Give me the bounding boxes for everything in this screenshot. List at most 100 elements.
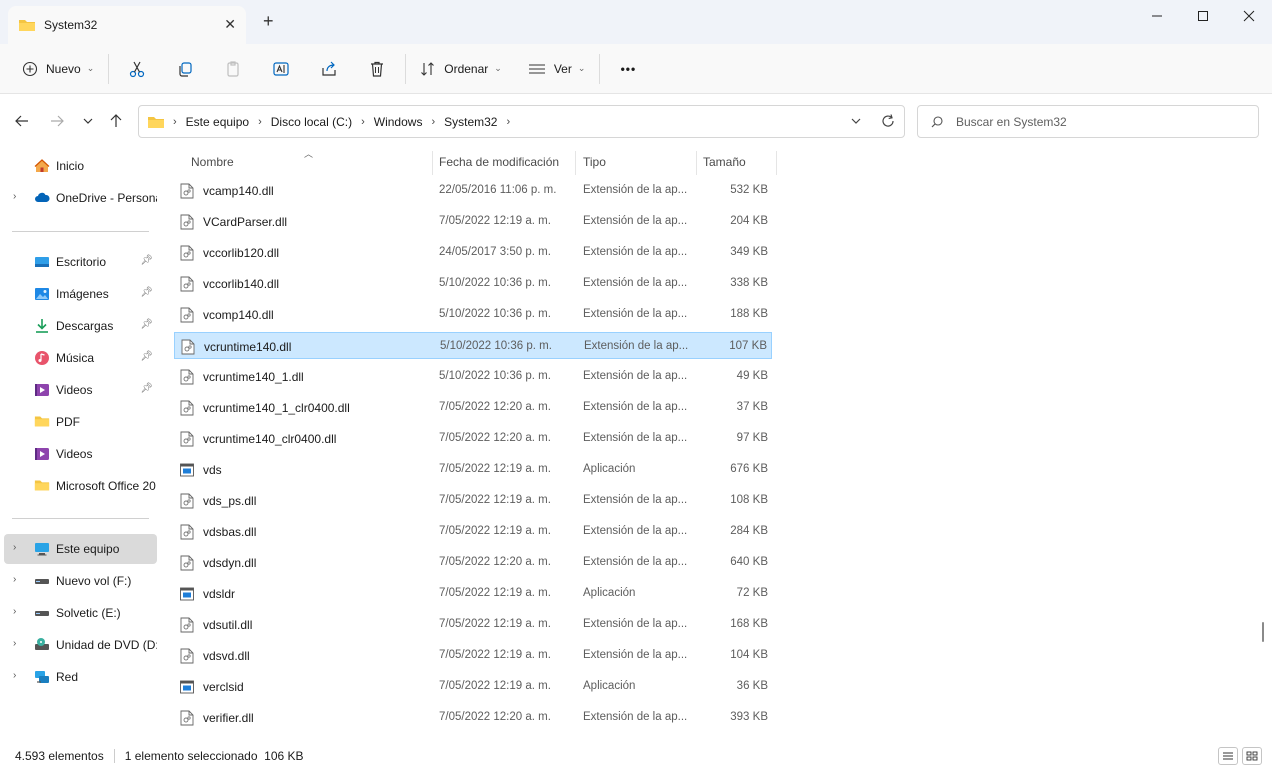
chevron-right-icon[interactable]: › — [13, 670, 16, 681]
toolbar-divider — [108, 53, 110, 84]
view-button[interactable]: Ver ⌄ — [518, 52, 596, 86]
minimize-button[interactable] — [1134, 0, 1180, 32]
chevron-right-icon[interactable]: › — [13, 574, 16, 585]
sidebar-item-label: Descargas — [56, 319, 114, 333]
breadcrumb-windows[interactable]: Windows — [374, 115, 423, 129]
maximize-button[interactable] — [1180, 0, 1226, 32]
sidebar-item-label: Videos — [56, 447, 93, 461]
title-bar: System32 ✕ + — [0, 0, 1272, 44]
table-row[interactable]: vds 7/05/2022 12:19 a. m. Aplicación 676 KB — [174, 456, 772, 483]
column-header-date[interactable]: Fecha de modificación — [439, 155, 559, 169]
breadcrumb-disco-local[interactable]: Disco local (C:) — [271, 115, 352, 129]
sidebar-item-label: Videos — [56, 383, 93, 397]
table-row[interactable]: vcruntime140.dll 5/10/2022 10:36 p. m. Ext… — [174, 332, 772, 359]
sidebar-item-nuevo-vol[interactable]: › Nuevo vol (F:) — [4, 566, 157, 596]
sidebar-item-inicio[interactable]: Inicio — [4, 151, 157, 181]
column-separator[interactable] — [575, 151, 576, 175]
sort-ascending-icon: ︿ — [304, 149, 314, 159]
new-button[interactable]: Nuevo ⌄ — [12, 52, 104, 86]
paste-button[interactable] — [209, 52, 257, 86]
table-row[interactable]: vcruntime140_clr0400.dll 7/05/2022 12:20 … — [174, 425, 772, 452]
sidebar-item-escritorio[interactable]: Escritorio 📌︎ — [4, 247, 157, 277]
sidebar-item-dvd[interactable]: › Unidad de DVD (D:) — [4, 630, 157, 660]
column-header-type[interactable]: Tipo — [583, 155, 606, 169]
copy-button[interactable] — [161, 52, 209, 86]
table-row[interactable]: vdsldr 7/05/2022 12:19 a. m. Aplicación 72 … — [174, 580, 772, 607]
close-window-button[interactable] — [1226, 0, 1272, 32]
table-row[interactable]: vdsutil.dll 7/05/2022 12:19 a. m. Extensió… — [174, 611, 772, 638]
recent-locations-button[interactable] — [76, 109, 100, 133]
sidebar-item-red[interactable]: › Red — [4, 662, 157, 692]
more-options-button[interactable]: ••• — [604, 52, 652, 86]
rename-button[interactable] — [257, 52, 305, 86]
cut-button[interactable] — [113, 52, 161, 86]
pin-icon[interactable]: 📌︎ — [140, 287, 153, 298]
sidebar-item-este-equipo[interactable]: › Este equipo — [4, 534, 157, 564]
sort-button[interactable]: Ordenar ⌄ — [410, 52, 512, 86]
breadcrumb-system32[interactable]: System32 — [444, 115, 497, 129]
sidebar-item-microsoft-office[interactable]: Microsoft Office 20 — [4, 471, 157, 501]
chevron-right-icon[interactable]: › — [13, 606, 16, 617]
address-history-chevron-icon[interactable] — [850, 113, 862, 129]
table-row[interactable]: vcamp140.dll 22/05/2016 11:06 p. m. Extens… — [174, 177, 772, 204]
table-row[interactable]: vcruntime140_1_clr0400.dll 7/05/2022 12:2… — [174, 394, 772, 421]
plus-circle-icon — [22, 61, 38, 76]
file-type: Extensión de la ap... — [583, 184, 688, 196]
details-view-button[interactable] — [1218, 747, 1238, 765]
address-bar[interactable]: › Este equipo › Disco local (C:) › Windo… — [138, 105, 905, 138]
column-separator[interactable] — [432, 151, 433, 175]
sidebar-item-videos-2[interactable]: Videos — [4, 439, 157, 469]
tab-close-icon[interactable]: ✕ — [224, 16, 236, 33]
search-input[interactable]: Buscar en System32 — [956, 115, 1067, 129]
column-separator[interactable] — [696, 151, 697, 175]
add-tab-icon[interactable]: + — [263, 12, 274, 30]
back-button[interactable] — [10, 109, 34, 133]
sidebar-item-pdf[interactable]: PDF — [4, 407, 157, 437]
pin-icon[interactable]: 📌︎ — [140, 383, 153, 394]
sidebar-item-videos[interactable]: Videos 📌︎ — [4, 375, 157, 405]
table-row[interactable]: vds_ps.dll 7/05/2022 12:19 a. m. Extensión… — [174, 487, 772, 514]
up-button[interactable] — [104, 109, 128, 133]
column-header-name[interactable]: Nombre — [191, 155, 234, 169]
table-row[interactable]: vccorlib120.dll 24/05/2017 3:50 p. m. Exte… — [174, 239, 772, 266]
table-row[interactable]: vdsbas.dll 7/05/2022 12:19 a. m. Extensión… — [174, 518, 772, 545]
sidebar-item-onedrive[interactable]: › OneDrive - Persona — [4, 183, 157, 213]
refresh-icon[interactable] — [880, 113, 896, 129]
breadcrumb-separator-icon: › — [506, 115, 511, 128]
table-row[interactable]: vdsvd.dll 7/05/2022 12:19 a. m. Extensión … — [174, 642, 772, 669]
column-header-size[interactable]: Tamaño — [703, 155, 746, 169]
table-row[interactable]: vcruntime140_1.dll 5/10/2022 10:36 p. m. E… — [174, 363, 772, 390]
file-type: Aplicación — [583, 463, 636, 475]
sidebar-item-imagenes[interactable]: Imágenes 📌︎ — [4, 279, 157, 309]
column-separator[interactable] — [776, 151, 777, 175]
pin-icon[interactable]: 📌︎ — [140, 319, 153, 330]
forward-button[interactable] — [45, 109, 69, 133]
sidebar-item-descargas[interactable]: Descargas 📌︎ — [4, 311, 157, 341]
table-row[interactable]: verclsid 7/05/2022 12:19 a. m. Aplicación 3… — [174, 673, 772, 700]
search-box[interactable]: Buscar en System32 — [917, 105, 1259, 138]
tab-system32[interactable]: System32 ✕ — [8, 6, 246, 44]
chevron-right-icon[interactable]: › — [13, 191, 16, 202]
delete-button[interactable] — [353, 52, 401, 86]
file-size: 72 KB — [736, 587, 768, 599]
file-type: Extensión de la ap... — [583, 370, 688, 382]
share-button[interactable] — [305, 52, 353, 86]
table-row[interactable]: vdsdyn.dll 7/05/2022 12:20 a. m. Extensión… — [174, 549, 772, 576]
table-row[interactable]: VCardParser.dll 7/05/2022 12:19 a. m. Exte… — [174, 208, 772, 235]
file-type: Extensión de la ap... — [583, 308, 688, 320]
sidebar-item-solvetic[interactable]: › Solvetic (E:) — [4, 598, 157, 628]
table-row[interactable]: vccorlib140.dll 5/10/2022 10:36 p. m. Exte… — [174, 270, 772, 297]
file-name: vcomp140.dll — [203, 308, 274, 322]
chevron-right-icon[interactable]: › — [13, 638, 16, 649]
table-row[interactable]: verifier.dll 7/05/2022 12:20 a. m. Extensi… — [174, 704, 772, 731]
table-row[interactable]: vcomp140.dll 5/10/2022 10:36 p. m. Extensi… — [174, 301, 772, 328]
file-date: 7/05/2022 12:19 a. m. — [439, 463, 551, 475]
tiles-view-button[interactable] — [1242, 747, 1262, 765]
vertical-scrollbar[interactable] — [1262, 622, 1264, 642]
dll-file-icon — [180, 307, 194, 323]
sidebar-item-musica[interactable]: Música 📌︎ — [4, 343, 157, 373]
chevron-right-icon[interactable]: › — [13, 542, 16, 553]
breadcrumb-este-equipo[interactable]: Este equipo — [186, 115, 249, 129]
pin-icon[interactable]: 📌︎ — [140, 255, 153, 266]
pin-icon[interactable]: 📌︎ — [140, 351, 153, 362]
